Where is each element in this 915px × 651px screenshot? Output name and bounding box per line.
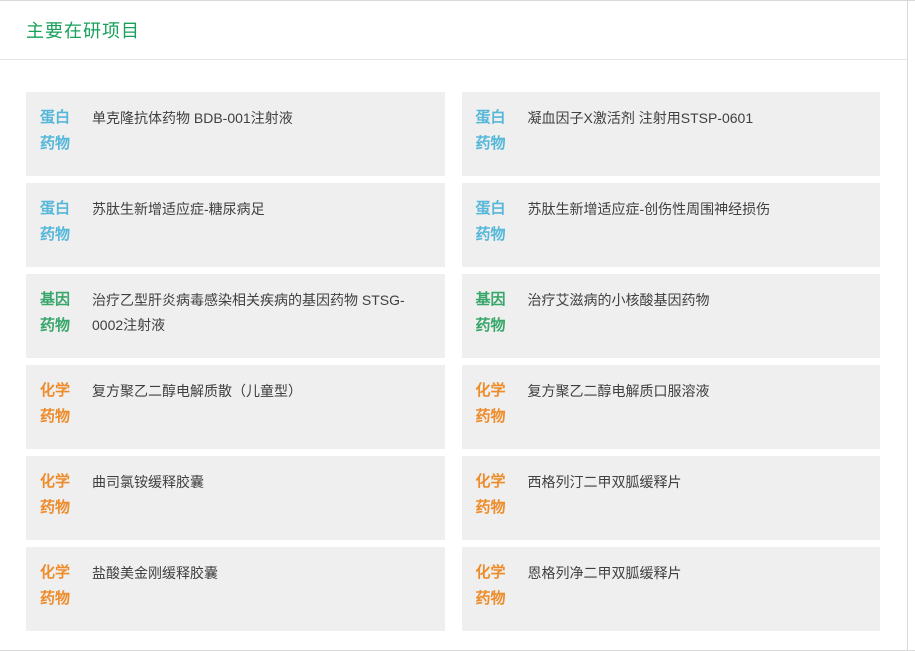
section-header: 主要在研项目	[0, 1, 907, 60]
project-name: 治疗艾滋病的小核酸基因药物	[528, 287, 710, 313]
project-category-label: 化学药物	[40, 378, 74, 430]
project-category-label: 蛋白药物	[40, 196, 74, 248]
project-category-label: 化学药物	[40, 469, 74, 521]
project-card: 基因药物 治疗艾滋病的小核酸基因药物	[462, 274, 881, 358]
page-title: 主要在研项目	[26, 17, 140, 43]
project-name: 凝血因子X激活剂 注射用STSP-0601	[528, 105, 754, 131]
project-category-label: 化学药物	[40, 560, 74, 612]
project-category-label: 化学药物	[476, 378, 510, 430]
project-name: 复方聚乙二醇电解质散（儿童型）	[92, 378, 302, 404]
project-category-label: 基因药物	[40, 287, 74, 339]
project-name: 单克隆抗体药物 BDB-001注射液	[92, 105, 293, 131]
project-card: 化学药物 恩格列净二甲双胍缓释片	[462, 547, 881, 631]
content-panel: 主要在研项目 蛋白药物 单克隆抗体药物 BDB-001注射液 蛋白药物 凝血因子…	[0, 1, 908, 651]
project-card: 化学药物 复方聚乙二醇电解质口服溶液	[462, 365, 881, 449]
project-name: 苏肽生新增适应症-创伤性周围神经损伤	[528, 196, 771, 222]
project-card: 基因药物 治疗乙型肝炎病毒感染相关疾病的基因药物 STSG-0002注射液	[26, 274, 445, 358]
page-container: 主要在研项目 蛋白药物 单克隆抗体药物 BDB-001注射液 蛋白药物 凝血因子…	[0, 0, 915, 651]
project-name: 西格列汀二甲双胍缓释片	[528, 469, 682, 495]
project-card: 蛋白药物 单克隆抗体药物 BDB-001注射液	[26, 92, 445, 176]
project-card: 化学药物 盐酸美金刚缓释胶囊	[26, 547, 445, 631]
project-name: 盐酸美金刚缓释胶囊	[92, 560, 218, 586]
project-name: 苏肽生新增适应症-糖尿病足	[92, 196, 265, 222]
project-category-label: 蛋白药物	[476, 105, 510, 157]
project-category-label: 基因药物	[476, 287, 510, 339]
project-name: 恩格列净二甲双胍缓释片	[528, 560, 682, 586]
project-category-label: 化学药物	[476, 469, 510, 521]
project-card: 化学药物 曲司氯铵缓释胶囊	[26, 456, 445, 540]
projects-grid: 蛋白药物 单克隆抗体药物 BDB-001注射液 蛋白药物 凝血因子X激活剂 注射…	[26, 92, 880, 631]
project-category-label: 化学药物	[476, 560, 510, 612]
project-name: 治疗乙型肝炎病毒感染相关疾病的基因药物 STSG-0002注射液	[92, 287, 435, 338]
project-card: 化学药物 复方聚乙二醇电解质散（儿童型）	[26, 365, 445, 449]
project-name: 复方聚乙二醇电解质口服溶液	[528, 378, 710, 404]
project-card: 蛋白药物 苏肽生新增适应症-创伤性周围神经损伤	[462, 183, 881, 267]
project-card: 蛋白药物 苏肽生新增适应症-糖尿病足	[26, 183, 445, 267]
project-category-label: 蛋白药物	[40, 105, 74, 157]
project-card: 蛋白药物 凝血因子X激活剂 注射用STSP-0601	[462, 92, 881, 176]
project-name: 曲司氯铵缓释胶囊	[92, 469, 204, 495]
project-category-label: 蛋白药物	[476, 196, 510, 248]
project-card: 化学药物 西格列汀二甲双胍缓释片	[462, 456, 881, 540]
